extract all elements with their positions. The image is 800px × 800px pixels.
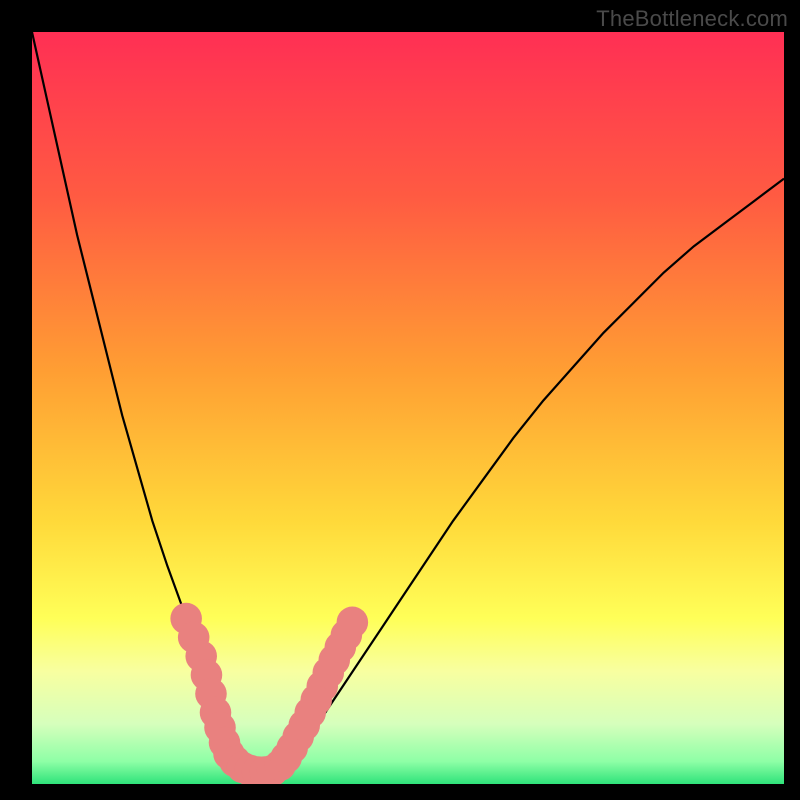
plot-area — [32, 32, 784, 784]
bottleneck-curve — [32, 32, 784, 769]
chart-frame: TheBottleneck.com — [0, 0, 800, 800]
marker-dot — [337, 607, 369, 639]
curve-layer — [32, 32, 784, 784]
watermark-text: TheBottleneck.com — [596, 6, 788, 32]
